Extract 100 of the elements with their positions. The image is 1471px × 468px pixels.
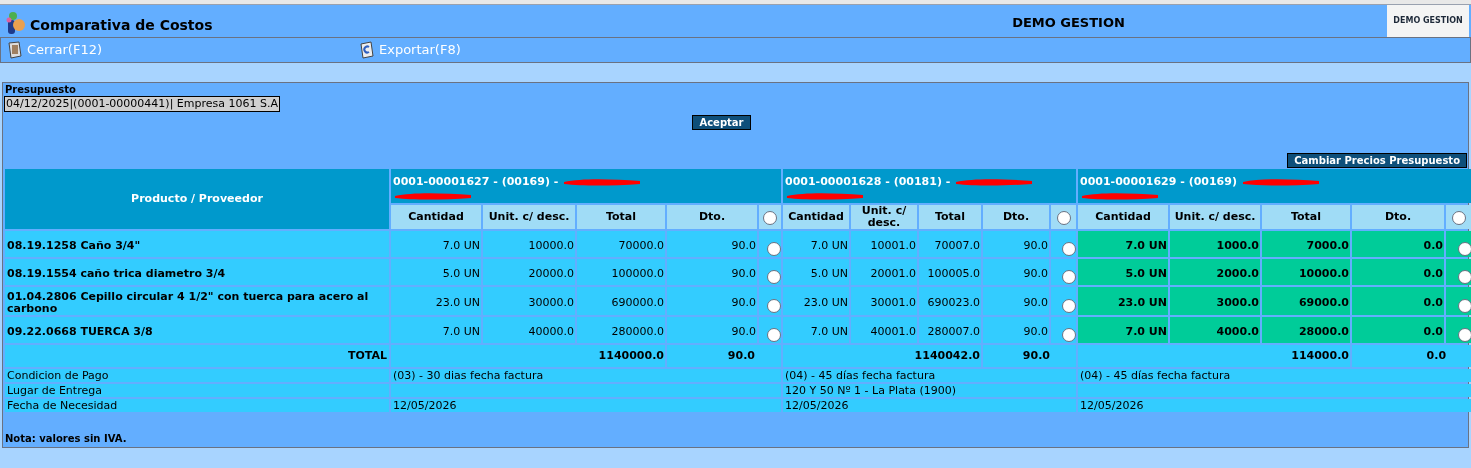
column-header: Unit. c/ desc. (1170, 205, 1260, 229)
table-cell: 5.0 UN (391, 259, 481, 285)
table-cell: 23.0 UN (1078, 287, 1168, 315)
table-cell: 100000.0 (577, 259, 665, 285)
table-cell: 1000.0 (1170, 231, 1260, 257)
table-cell: 90.0 (983, 317, 1049, 343)
table-cell: 40000.0 (483, 317, 575, 343)
table-cell: 40001.0 (851, 317, 917, 343)
info-cell: (04) - 45 días fecha factura (785, 369, 936, 382)
radio-button[interactable] (767, 241, 781, 256)
table-cell: 90.0 (667, 231, 757, 257)
radio-button[interactable] (1458, 269, 1471, 284)
info-cell: (03) - 30 dias fecha factura (393, 369, 544, 382)
radio-button[interactable] (1458, 241, 1471, 256)
presupuesto-field[interactable]: 04/12/2025|(0001-00000441)| Empresa 1061 S.A (4, 96, 280, 112)
table-cell: 70007.0 (919, 231, 981, 257)
info-cell: (04) - 45 días fecha factura (1080, 369, 1231, 382)
discount-cell-text: 90.0 (726, 347, 756, 364)
export-icon (359, 41, 375, 59)
table-cell: 2000.0 (1170, 259, 1260, 285)
column-header: Dto. (983, 205, 1049, 229)
table-cell: 280000.0 (577, 317, 665, 343)
table-cell: 70000.0 (577, 231, 665, 257)
accept-button[interactable]: Aceptar (692, 115, 751, 130)
radio-button[interactable] (767, 298, 781, 313)
info-cell: 12/05/2026 (785, 399, 849, 412)
table-cell: 0.0 (1352, 259, 1444, 285)
table-cell: 23.0 UN (783, 287, 849, 315)
info-label: Lugar de Entrega (5, 384, 389, 397)
column-header: Total (919, 205, 981, 229)
table-cell: 690000.0 (577, 287, 665, 315)
radio-button[interactable] (1056, 210, 1071, 225)
column-header: Unit. c/ desc. (851, 205, 917, 229)
change-prices-button[interactable]: Cambiar Precios Presupuesto (1287, 153, 1467, 168)
table-cell: 0.0 (1352, 287, 1444, 315)
radio-button[interactable] (763, 210, 777, 225)
radio-button[interactable] (1062, 269, 1076, 284)
total-cell: 1140000.0 (391, 345, 665, 367)
table-cell: 7.0 UN (391, 231, 481, 257)
table-cell: 7.0 UN (783, 231, 849, 257)
table-cell: 7000.0 (1262, 231, 1350, 257)
table-cell: 90.0 (983, 259, 1049, 285)
info-cell: 120 Y 50 Nº 1 - La Plata (1900) (785, 384, 956, 397)
table-cell: 0.0 (1352, 317, 1444, 343)
supplier-header: 0001-00001627 - (00169) - (391, 169, 781, 203)
table-cell: 90.0 (667, 287, 757, 315)
table-cell: 100005.0 (919, 259, 981, 285)
column-header: Cantidad (783, 205, 849, 229)
table-cell: 90.0 (983, 231, 1049, 257)
column-header: Unit. c/ desc. (483, 205, 575, 229)
radio-button[interactable] (767, 269, 781, 284)
product-cell: 08.19.1258 Caño 3/4" (5, 231, 389, 257)
table-cell: 280007.0 (919, 317, 981, 343)
product-cell: 09.22.0668 TUERCA 3/8 (5, 317, 389, 343)
table-cell: 20000.0 (483, 259, 575, 285)
company-logo: DEMO GESTION (1387, 5, 1469, 37)
table-cell: 10000.0 (1262, 259, 1350, 285)
discount-cell-text: 0.0 (1425, 347, 1448, 364)
supplier-header: 0001-00001629 - (00169) (1078, 169, 1471, 203)
table-cell: 0.0 (1352, 231, 1444, 257)
table-cell: 4000.0 (1170, 317, 1260, 343)
table-cell: 28000.0 (1262, 317, 1350, 343)
table-cell: 10001.0 (851, 231, 917, 257)
total-cell: 114000.0 (1078, 345, 1350, 367)
radio-button[interactable] (1062, 327, 1076, 342)
column-header: Total (577, 205, 665, 229)
radio-button[interactable] (1452, 210, 1466, 225)
total-cell: 1140042.0 (783, 345, 981, 367)
table-cell: 7.0 UN (1078, 231, 1168, 257)
table-cell: 3000.0 (1170, 287, 1260, 315)
table-cell: 30001.0 (851, 287, 917, 315)
app-name: DEMO GESTION (1012, 14, 1125, 32)
table-cell: 90.0 (983, 287, 1049, 315)
table-cell: 690023.0 (919, 287, 981, 315)
table-cell: 23.0 UN (391, 287, 481, 315)
table-cell: 10000.0 (483, 231, 575, 257)
table-cell: 69000.0 (1262, 287, 1350, 315)
table-cell: 5.0 UN (1078, 259, 1168, 285)
radio-button[interactable] (1458, 327, 1471, 342)
radio-button[interactable] (767, 327, 781, 342)
radio-button[interactable] (1062, 241, 1076, 256)
table-cell: 7.0 UN (391, 317, 481, 343)
window-title: Comparativa de Costos (30, 16, 213, 35)
table-cell: 90.0 (667, 259, 757, 285)
column-header: Dto. (1352, 205, 1444, 229)
app-logo-icon (6, 10, 26, 36)
table-cell: 90.0 (667, 317, 757, 343)
supplier-header: 0001-00001628 - (00181) - (783, 169, 1076, 203)
door-icon (7, 41, 23, 59)
info-cell: 12/05/2026 (393, 399, 457, 412)
product-header: Producto / Proveedor (5, 169, 389, 229)
discount-cell-text: 90.0 (1021, 347, 1051, 364)
radio-button[interactable] (1062, 298, 1076, 313)
radio-button[interactable] (1458, 298, 1471, 313)
info-label: Condicion de Pago (5, 369, 389, 382)
table-cell: 30000.0 (483, 287, 575, 315)
table-cell: 7.0 UN (1078, 317, 1168, 343)
info-cell: 12/05/2026 (1080, 399, 1144, 412)
column-header: Total (1262, 205, 1350, 229)
table-cell: 5.0 UN (783, 259, 849, 285)
